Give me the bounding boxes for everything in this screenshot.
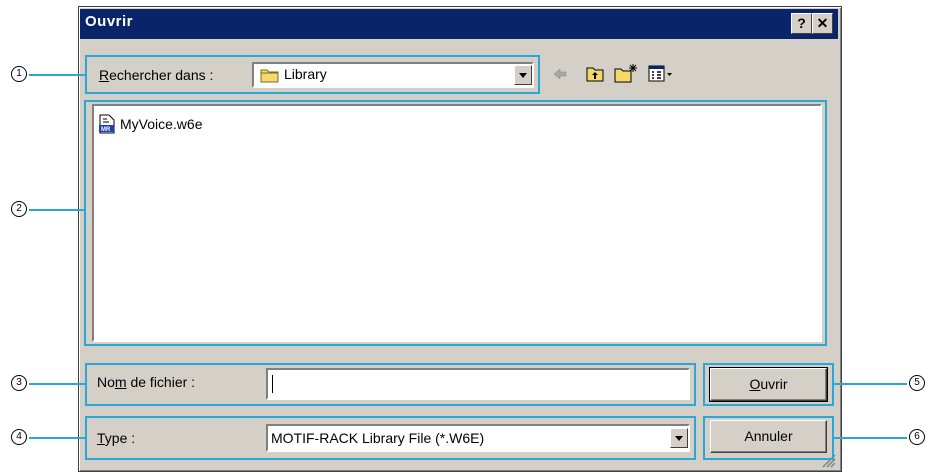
callout-line-1	[29, 74, 85, 76]
callout-number-5: 5	[909, 375, 925, 391]
back-arrow-icon[interactable]	[552, 67, 568, 81]
close-button[interactable]: ✕	[812, 13, 833, 34]
callout-number-2: 2	[11, 201, 27, 217]
callout-number-1: 1	[11, 66, 27, 82]
help-button[interactable]: ?	[791, 13, 812, 34]
callout-number-6: 6	[909, 429, 925, 445]
callout-box-open	[703, 363, 834, 406]
dialog-title: Ouvrir	[85, 13, 134, 30]
callout-number-3: 3	[11, 375, 27, 391]
callout-line-2	[29, 209, 84, 211]
callout-box-look-in	[85, 55, 540, 94]
callout-box-filename	[85, 363, 696, 406]
callout-box-file-list	[84, 100, 827, 346]
callout-box-cancel	[703, 416, 834, 460]
callout-line-3	[29, 383, 85, 385]
new-folder-icon[interactable]	[614, 63, 638, 83]
callout-number-4: 4	[11, 429, 27, 445]
title-bar	[80, 9, 838, 39]
view-menu-icon[interactable]	[648, 65, 674, 83]
callout-box-filetype	[85, 416, 696, 460]
up-folder-icon[interactable]	[586, 65, 604, 82]
callout-line-6	[834, 437, 907, 439]
callout-line-4	[29, 437, 85, 439]
callout-line-5	[834, 383, 907, 385]
